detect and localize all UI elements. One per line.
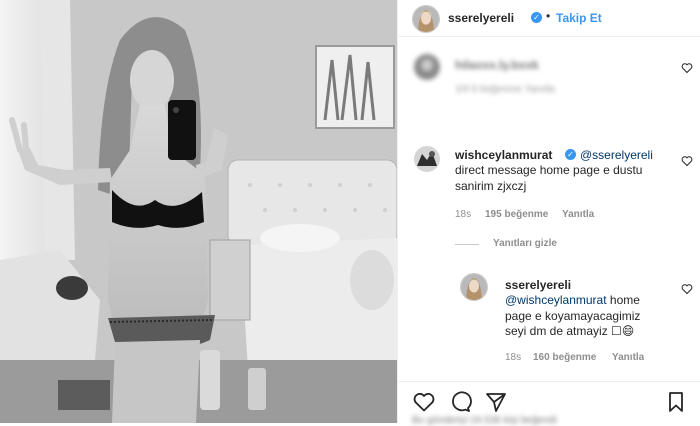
reply-reply-button[interactable]: Yanıtla (612, 352, 644, 363)
reply-username[interactable]: sserelyereli (505, 278, 571, 292)
author-avatar[interactable] (412, 5, 440, 33)
verified-badge-icon: ✓ (531, 12, 542, 23)
heart-icon[interactable] (412, 390, 436, 414)
comment-mention[interactable]: @sserelyereli (580, 148, 653, 162)
comments-panel: sserelyereli ✓ • Takip Et hilaxxx.ly.bxx… (397, 0, 700, 426)
post-header: sserelyereli ✓ • Takip Et (398, 0, 700, 37)
mirror-selfie-image (0, 0, 397, 423)
hide-replies-button[interactable]: Yanıtları gizle (493, 238, 557, 249)
verified-badge-icon: ✓ (565, 149, 576, 160)
reply-text-after-mention: home (606, 293, 640, 307)
post-photo[interactable] (0, 0, 397, 423)
blurred-likes-summary: Bu gönderiyi 24.536 kişi beğendi (412, 415, 557, 426)
blurred-commenter-avatar (414, 54, 440, 80)
comment-time: 18s (455, 209, 472, 220)
comment-icon[interactable] (448, 390, 472, 414)
comment-text-line1: direct message home page e dustu (455, 163, 643, 177)
author-username[interactable]: sserelyereli (448, 11, 514, 25)
comment-username[interactable]: wishceylanmurat (455, 148, 552, 162)
comment-text-line2: sanirim zjxczj (455, 179, 527, 193)
bookmark-icon[interactable] (664, 390, 688, 414)
blurred-comment-meta: 1hf 6 beğenme Yanıtla (455, 84, 555, 95)
reply-text-line1: @wishceylanmurat home (505, 292, 640, 308)
instagram-post: sserelyereli ✓ • Takip Et hilaxxx.ly.bxx… (0, 0, 700, 426)
comment-likes[interactable]: 195 beğenme (485, 209, 548, 220)
share-icon[interactable] (484, 390, 508, 414)
blurred-commenter-name: hilaxxx.ly.bxxk (455, 58, 539, 72)
header-separator: • (546, 9, 551, 23)
commenter-avatar[interactable] (414, 146, 440, 172)
heart-icon[interactable] (681, 62, 693, 74)
reply-likes[interactable]: 160 beğenme (533, 352, 596, 363)
reply-time: 18s (505, 352, 522, 363)
reply-text-line3: seyi dm de atmayiz ☐😄 (505, 324, 635, 338)
reply-mention[interactable]: @wishceylanmurat (505, 293, 607, 307)
reply-text-line2: page e koyamayacagimiz (505, 309, 641, 323)
reply-author-avatar[interactable] (460, 273, 488, 301)
heart-icon[interactable] (681, 155, 693, 167)
follow-button[interactable]: Takip Et (556, 11, 602, 25)
heart-icon[interactable] (681, 283, 693, 295)
hide-replies-line (455, 244, 479, 245)
comment-reply-button[interactable]: Yanıtla (562, 209, 594, 220)
